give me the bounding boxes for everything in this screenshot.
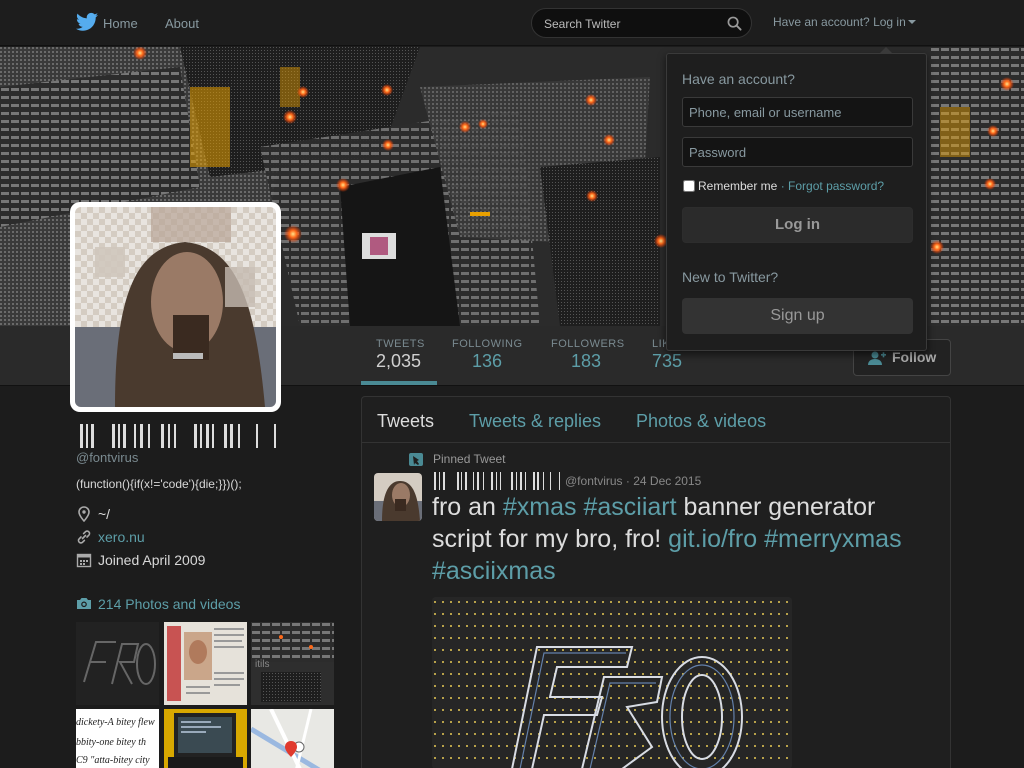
tab-photos-videos[interactable]: Photos & videos: [636, 411, 766, 432]
avatar-image: [75, 207, 276, 407]
tweet-handle[interactable]: @fontvirus: [565, 474, 623, 488]
stat-tweets-label: TWEETS: [376, 338, 425, 350]
tweet-text-part: fro an: [432, 493, 503, 521]
stat-tweets-value: 2,035: [376, 351, 422, 371]
stat-followers-label: FOLLOWERS: [551, 338, 625, 350]
stat-followers[interactable]: FOLLOWERS 183: [551, 338, 625, 372]
profile-website[interactable]: xero.nu: [76, 529, 145, 545]
media-thumbnail[interactable]: [164, 709, 247, 768]
pin-icon: [409, 453, 423, 466]
remember-me-label[interactable]: Remember me: [698, 179, 777, 193]
profile-location: ~/: [76, 506, 110, 522]
hashtag-link[interactable]: #asciixmas: [432, 557, 556, 585]
signup-button[interactable]: Sign up: [682, 298, 913, 334]
new-to-twitter-label: New to Twitter?: [682, 269, 779, 285]
tab-tweets-replies[interactable]: Tweets & replies: [469, 411, 601, 432]
media-thumbnail[interactable]: [251, 709, 334, 768]
photos-videos-link[interactable]: 214 Photos and videos: [76, 596, 240, 612]
nav-about[interactable]: About: [165, 16, 199, 31]
timeline: Tweets Tweets & replies Photos & videos …: [361, 396, 951, 768]
hashtag-link[interactable]: #asciiart: [583, 493, 676, 521]
thumbnail-text-line: C9 "atta-bitey city: [76, 755, 150, 766]
stat-followers-value: 183: [571, 351, 602, 371]
pinned-tweet-label: Pinned Tweet: [433, 452, 506, 466]
stat-following-label: FOLLOWING: [452, 338, 523, 350]
location-icon: [78, 506, 90, 522]
active-stat-indicator: [361, 381, 437, 385]
signup-button-label: Sign up: [770, 307, 825, 324]
tweet-author-name-glyphs[interactable]: [433, 472, 563, 490]
profile-bio: (function(){if(x!='code'){die;}})();: [76, 477, 242, 491]
avatar[interactable]: [70, 202, 281, 412]
remember-row: Remember me · Forgot password?: [683, 179, 884, 193]
profile-joined: Joined April 2009: [76, 552, 205, 568]
timeline-tabs: Tweets Tweets & replies Photos & videos: [362, 397, 950, 443]
calendar-icon: [76, 553, 92, 568]
tweet-date[interactable]: 24 Dec 2015: [633, 474, 701, 488]
search-input[interactable]: [544, 15, 724, 33]
stat-likes-value: 735: [652, 351, 683, 371]
dropdown-caret: [879, 47, 893, 54]
tweet-text: fro an #xmas #asciiart banner generator …: [432, 491, 932, 587]
tab-tweets[interactable]: Tweets: [377, 411, 434, 432]
media-thumbnail[interactable]: [164, 622, 247, 705]
profile-website-text[interactable]: xero.nu: [98, 529, 145, 545]
tweet-media[interactable]: [432, 597, 792, 768]
login-dropdown: Have an account? Remember me · Forgot pa…: [666, 47, 927, 351]
profile-name-glyphs: [80, 424, 276, 448]
profile-location-text: ~/: [98, 506, 111, 522]
tweet-handle-date: @fontvirus · 24 Dec 2015: [565, 474, 702, 488]
search-icon[interactable]: [727, 16, 742, 31]
link-icon: [77, 530, 91, 544]
forgot-password-link[interactable]: Forgot password?: [788, 179, 884, 193]
nav-home[interactable]: Home: [103, 16, 138, 31]
follow-button-label: Follow: [892, 349, 937, 365]
media-thumbnail[interactable]: dickety-A bitey flew bbity-one bitey th …: [76, 709, 159, 768]
tweet-url-link[interactable]: git.io/fro: [668, 525, 757, 553]
stat-following[interactable]: FOLLOWING 136: [452, 338, 523, 372]
media-thumbnail[interactable]: [76, 622, 159, 705]
thumbnail-text-line: dickety-A bitey flew: [76, 717, 155, 728]
tweet-avatar[interactable]: [374, 473, 422, 521]
thumbnail-text-line: bbity-one bitey th: [76, 737, 146, 748]
nav-home-label: Home: [103, 16, 138, 31]
chevron-down-icon: [907, 20, 916, 24]
separator-dot: ·: [780, 179, 785, 193]
camera-icon: [77, 598, 91, 609]
profile-handle[interactable]: @fontvirus: [76, 450, 138, 465]
hashtag-link[interactable]: #merryxmas: [764, 525, 902, 553]
login-title: Have an account?: [682, 71, 795, 87]
login-button-label: Log in: [775, 216, 820, 233]
stat-tweets[interactable]: TWEETS 2,035: [376, 338, 425, 372]
twitter-bird-icon[interactable]: [76, 12, 98, 32]
profile-joined-text: Joined April 2009: [98, 552, 206, 568]
stat-following-value: 136: [472, 351, 503, 371]
login-link-label: Have an account? Log in: [773, 15, 906, 29]
hashtag-link[interactable]: #xmas: [503, 493, 577, 521]
nav-about-label: About: [165, 16, 199, 31]
media-thumbnail[interactable]: itils: [251, 622, 334, 705]
photos-videos-label[interactable]: 214 Photos and videos: [98, 596, 240, 612]
top-navigation: Home About Have an account? Log in: [0, 0, 1024, 46]
follow-icon: [868, 351, 886, 365]
svg-text:itils: itils: [255, 659, 269, 670]
username-field[interactable]: [682, 97, 913, 127]
login-link[interactable]: Have an account? Log in: [773, 15, 916, 29]
password-field[interactable]: [682, 137, 913, 167]
remember-me-checkbox[interactable]: [683, 180, 695, 192]
search-box[interactable]: [531, 8, 752, 38]
login-button[interactable]: Log in: [682, 207, 913, 243]
